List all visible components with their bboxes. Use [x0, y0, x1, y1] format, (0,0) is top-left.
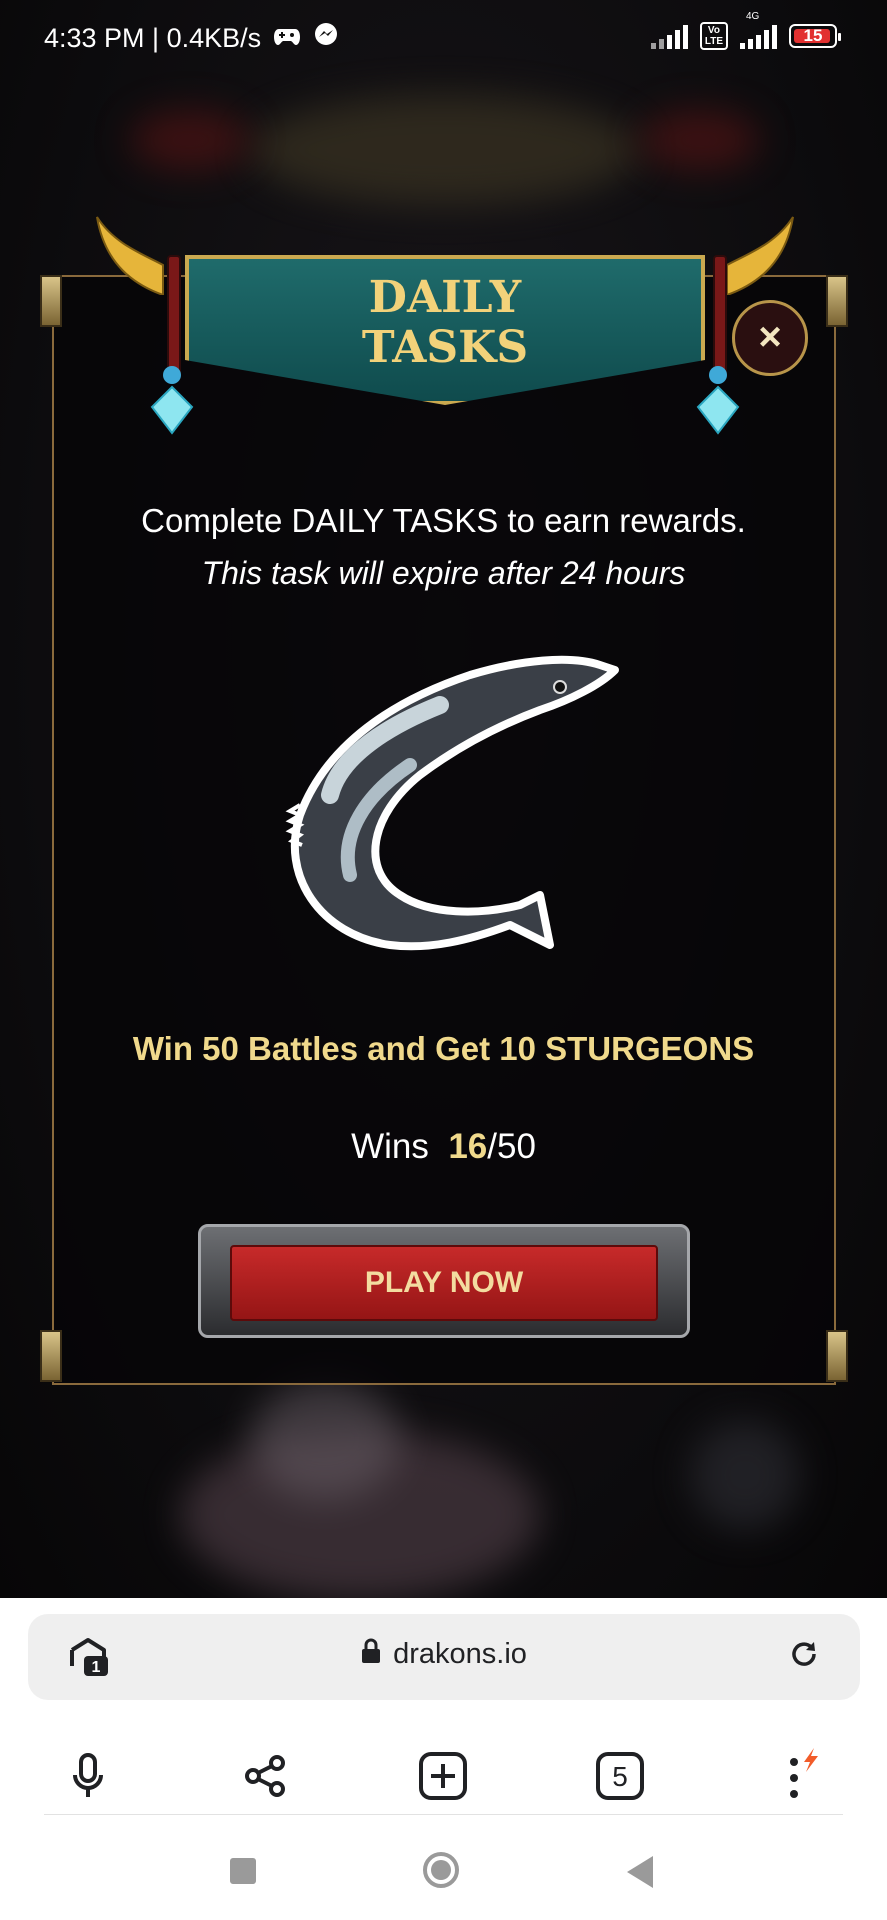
sturgeon-fish-icon: [285, 655, 619, 951]
share-icon[interactable]: [235, 1746, 295, 1806]
home-button[interactable]: [423, 1852, 459, 1888]
frame-corner: [40, 1330, 62, 1382]
volte-icon: Vo LTE: [699, 22, 728, 50]
horn-icon: [96, 216, 164, 295]
battery-icon: 15: [789, 24, 841, 48]
reload-icon[interactable]: [788, 1638, 820, 1679]
lock-icon: [361, 1638, 381, 1672]
browser-chrome: 1 drakons.io 5: [0, 1598, 887, 1920]
play-now-button[interactable]: PLAY NOW: [230, 1245, 658, 1321]
expiry-note: This task will expire after 24 hours: [201, 555, 686, 591]
recents-button[interactable]: [230, 1858, 256, 1884]
status-time: 4:33 PM | 0.4KB/s: [44, 23, 262, 53]
signal-4g-icon: 4G: [740, 11, 777, 49]
status-bar: 4:33 PM | 0.4KB/s Vo LTE 4G 15: [0, 0, 887, 78]
mic-icon[interactable]: [58, 1746, 118, 1806]
gem-icon: [696, 366, 740, 435]
svg-text:5: 5: [612, 1761, 628, 1792]
frame-corner: [40, 275, 62, 327]
tabs-icon[interactable]: 5: [590, 1746, 650, 1806]
gamepad-icon: [273, 23, 301, 54]
gem-icon: [150, 366, 194, 435]
wins-total: /50: [487, 1127, 536, 1166]
frame-corner: [826, 1330, 848, 1382]
url-text[interactable]: drakons.io: [393, 1638, 527, 1670]
browser-toolbar: 5: [0, 1728, 887, 1828]
wins-current: 16: [448, 1127, 488, 1166]
dialog-subtitle: Complete DAILY TASKS to earn rewards.: [141, 502, 746, 539]
wins-label: Wins: [351, 1127, 429, 1166]
menu-icon[interactable]: [770, 1746, 830, 1806]
divider: [44, 1814, 843, 1815]
horn-icon: [726, 216, 794, 295]
dialog-title: DAILY TASKS: [361, 272, 529, 373]
task-description: Win 50 Battles and Get 10 STURGEONS: [132, 1030, 755, 1067]
system-nav-bar: [0, 1836, 887, 1920]
new-tab-icon[interactable]: [413, 1746, 473, 1806]
messenger-icon: [313, 22, 339, 55]
close-button[interactable]: ×: [732, 300, 808, 376]
battery-level: 15: [803, 26, 823, 45]
address-bar[interactable]: 1 drakons.io: [28, 1614, 860, 1700]
title-banner: DAILY TASKS: [95, 215, 795, 455]
back-button[interactable]: [627, 1856, 653, 1888]
frame-corner: [826, 275, 848, 327]
wins-progress: Wins 16/50: [60, 1127, 827, 1167]
signal-icon: [650, 23, 688, 49]
